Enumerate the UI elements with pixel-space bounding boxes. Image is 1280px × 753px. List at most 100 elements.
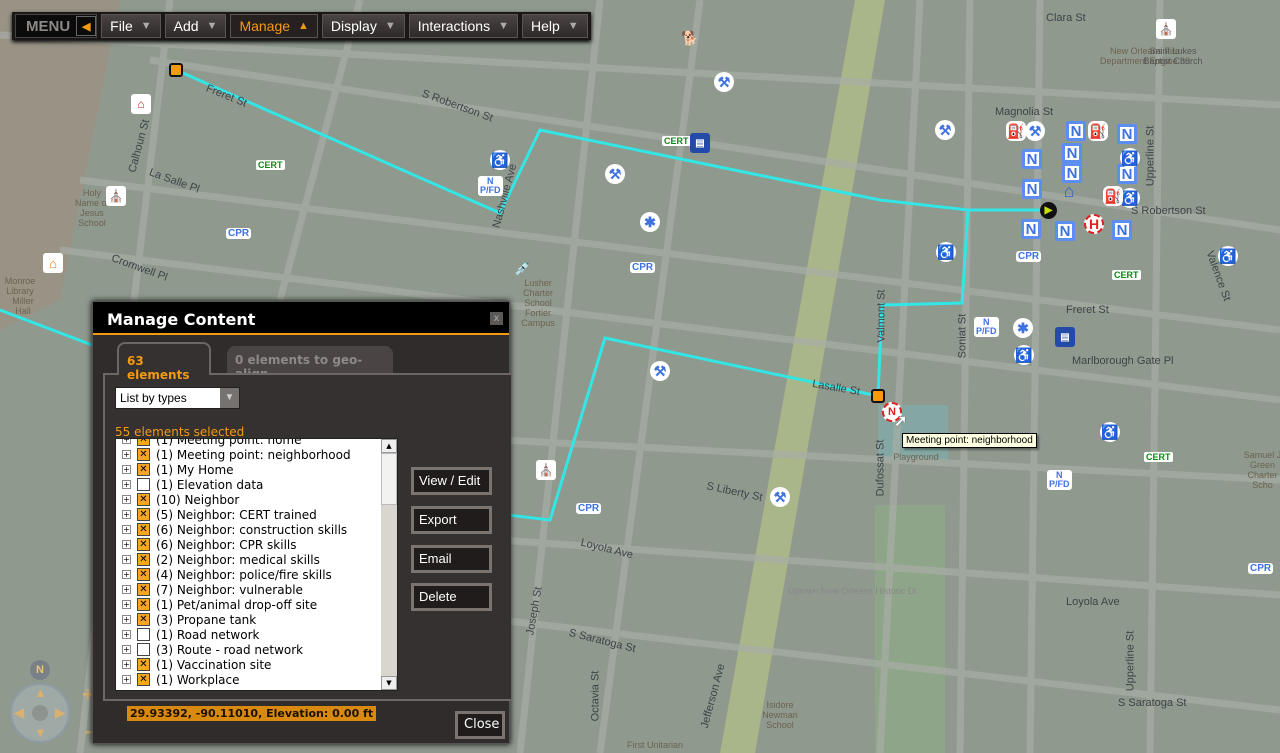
- cpr-marker[interactable]: CPR: [1248, 563, 1274, 574]
- item-checkbox[interactable]: ✕: [137, 568, 150, 581]
- workplace-icon[interactable]: ▤: [1055, 327, 1075, 347]
- neighbor-marker[interactable]: N: [1021, 219, 1041, 239]
- list-item[interactable]: + ✕ (7) Neighbor: vulnerable: [116, 582, 397, 597]
- item-checkbox[interactable]: ✕: [137, 493, 150, 506]
- list-item[interactable]: + ✕ (6) Neighbor: construction skills: [116, 522, 397, 537]
- scroll-up-icon[interactable]: ▲: [381, 439, 397, 453]
- menu-display[interactable]: Display ▼: [321, 14, 405, 38]
- expand-icon[interactable]: +: [122, 615, 131, 624]
- construction-icon[interactable]: ⚒: [714, 72, 734, 92]
- export-button[interactable]: Export: [411, 506, 492, 534]
- item-checkbox[interactable]: [137, 478, 150, 491]
- menu-file[interactable]: File ▼: [101, 14, 161, 38]
- pet-dropoff-icon[interactable]: 🐕: [680, 28, 700, 48]
- construction-icon[interactable]: ⚒: [1025, 121, 1045, 141]
- list-item[interactable]: + ✕ (1) Vaccination site: [116, 657, 397, 672]
- propane-tank-icon[interactable]: ⛽: [1006, 121, 1026, 141]
- my-home-icon[interactable]: ⌂: [1059, 181, 1079, 201]
- expand-icon[interactable]: +: [122, 660, 131, 669]
- neighbor-marker[interactable]: N: [1117, 124, 1137, 144]
- item-checkbox[interactable]: ✕: [137, 613, 150, 626]
- list-item[interactable]: + ✕ (4) Neighbor: police/fire skills: [116, 567, 397, 582]
- scroll-down-icon[interactable]: ▼: [381, 676, 397, 690]
- list-item[interactable]: + (1) Road network: [116, 627, 397, 642]
- route-waypoint-marker[interactable]: [871, 389, 885, 403]
- wheelchair-icon[interactable]: ♿: [936, 242, 956, 262]
- tab-geo-align[interactable]: 0 elements to geo-align: [227, 346, 393, 381]
- expand-icon[interactable]: +: [122, 555, 131, 564]
- neighbor-marker[interactable]: N: [1112, 220, 1132, 240]
- church-icon[interactable]: ⛪: [536, 460, 556, 480]
- pan-control[interactable]: ▲ ◀ ▶ ▼: [10, 683, 70, 743]
- neighbor-marker[interactable]: N: [1022, 179, 1042, 199]
- list-item[interactable]: + ✕ (1) Meeting point: home: [116, 439, 397, 447]
- medical-icon[interactable]: ✱: [1013, 318, 1033, 338]
- wheelchair-icon[interactable]: ♿: [490, 150, 510, 170]
- library-icon[interactable]: ⌂: [43, 253, 63, 273]
- expand-icon[interactable]: +: [122, 585, 131, 594]
- item-checkbox[interactable]: ✕: [137, 463, 150, 476]
- pan-right-icon[interactable]: ▶: [55, 705, 65, 721]
- item-checkbox[interactable]: ✕: [137, 658, 150, 671]
- expand-icon[interactable]: +: [122, 465, 131, 474]
- list-item[interactable]: + ✕ (1) My Home: [116, 462, 397, 477]
- cpr-marker[interactable]: CPR: [226, 228, 252, 239]
- delete-button[interactable]: Delete: [411, 583, 492, 611]
- neighbor-marker[interactable]: N: [1022, 149, 1042, 169]
- item-checkbox[interactable]: ✕: [137, 439, 150, 446]
- item-checkbox[interactable]: ✕: [137, 673, 150, 686]
- item-checkbox[interactable]: ✕: [137, 583, 150, 596]
- list-item[interactable]: + ✕ (10) Neighbor: [116, 492, 397, 507]
- construction-icon[interactable]: ⚒: [770, 487, 790, 507]
- construction-icon[interactable]: ⚒: [935, 120, 955, 140]
- expand-icon[interactable]: +: [122, 675, 131, 684]
- list-item[interactable]: + ✕ (5) Neighbor: CERT trained: [116, 507, 397, 522]
- expand-icon[interactable]: +: [122, 495, 131, 504]
- compass-north-button[interactable]: N: [30, 660, 50, 680]
- hospital-icon[interactable]: H: [1084, 214, 1104, 234]
- chevron-down-icon[interactable]: ▼: [220, 388, 239, 408]
- menu-manage[interactable]: Manage ▲: [230, 14, 318, 38]
- route-end-play-icon[interactable]: ▶: [1040, 202, 1057, 219]
- menu-add[interactable]: Add ▼: [164, 14, 227, 38]
- menu-toggle[interactable]: MENU ◀: [15, 14, 98, 38]
- list-item[interactable]: + ✕ (1) Workplace: [116, 672, 397, 687]
- propane-tank-icon[interactable]: ⛽: [1103, 186, 1123, 206]
- item-checkbox[interactable]: [137, 628, 150, 641]
- propane-tank-icon[interactable]: ⛽: [1088, 121, 1108, 141]
- collapse-arrow-icon[interactable]: ◀: [76, 16, 97, 36]
- wheelchair-icon[interactable]: ♿: [1100, 422, 1120, 442]
- list-item[interactable]: + ✕ (6) Neighbor: CPR skills: [116, 537, 397, 552]
- neighbor-marker[interactable]: N: [1066, 121, 1086, 141]
- cert-marker[interactable]: CERT: [256, 160, 285, 170]
- police-fire-marker[interactable]: N P/FD: [1047, 470, 1072, 490]
- list-mode-select[interactable]: List by types ▼: [115, 387, 240, 409]
- construction-icon[interactable]: ⚒: [650, 361, 670, 381]
- item-checkbox[interactable]: ✕: [137, 523, 150, 536]
- expand-icon[interactable]: +: [122, 480, 131, 489]
- scroll-thumb[interactable]: [381, 453, 397, 505]
- expand-icon[interactable]: +: [122, 570, 131, 579]
- medical-icon[interactable]: ✱: [640, 212, 660, 232]
- expand-icon[interactable]: +: [122, 450, 131, 459]
- cert-marker[interactable]: CERT: [1112, 270, 1141, 280]
- cpr-marker[interactable]: CPR: [1016, 251, 1042, 262]
- police-fire-marker[interactable]: N P/FD: [478, 176, 503, 196]
- expand-icon[interactable]: +: [122, 510, 131, 519]
- pan-left-icon[interactable]: ◀: [14, 705, 24, 721]
- view-edit-button[interactable]: View / Edit: [411, 467, 492, 495]
- wheelchair-icon[interactable]: ♿: [1014, 345, 1034, 365]
- item-checkbox[interactable]: ✕: [137, 538, 150, 551]
- cpr-marker[interactable]: CPR: [576, 503, 602, 514]
- menu-interactions[interactable]: Interactions ▼: [408, 14, 518, 38]
- cpr-marker[interactable]: CPR: [630, 262, 656, 273]
- wheelchair-icon[interactable]: ♿: [1120, 148, 1140, 168]
- list-item[interactable]: + ✕ (1) Pet/animal drop-off site: [116, 597, 397, 612]
- wheelchair-icon[interactable]: ♿: [1120, 188, 1140, 208]
- expand-icon[interactable]: +: [122, 600, 131, 609]
- neighbor-marker[interactable]: N: [1055, 221, 1075, 241]
- list-item[interactable]: + (3) Route - road network: [116, 642, 397, 657]
- close-icon[interactable]: x: [490, 312, 503, 325]
- list-item[interactable]: + ✕ (2) Neighbor: medical skills: [116, 552, 397, 567]
- pan-down-icon[interactable]: ▼: [34, 725, 47, 740]
